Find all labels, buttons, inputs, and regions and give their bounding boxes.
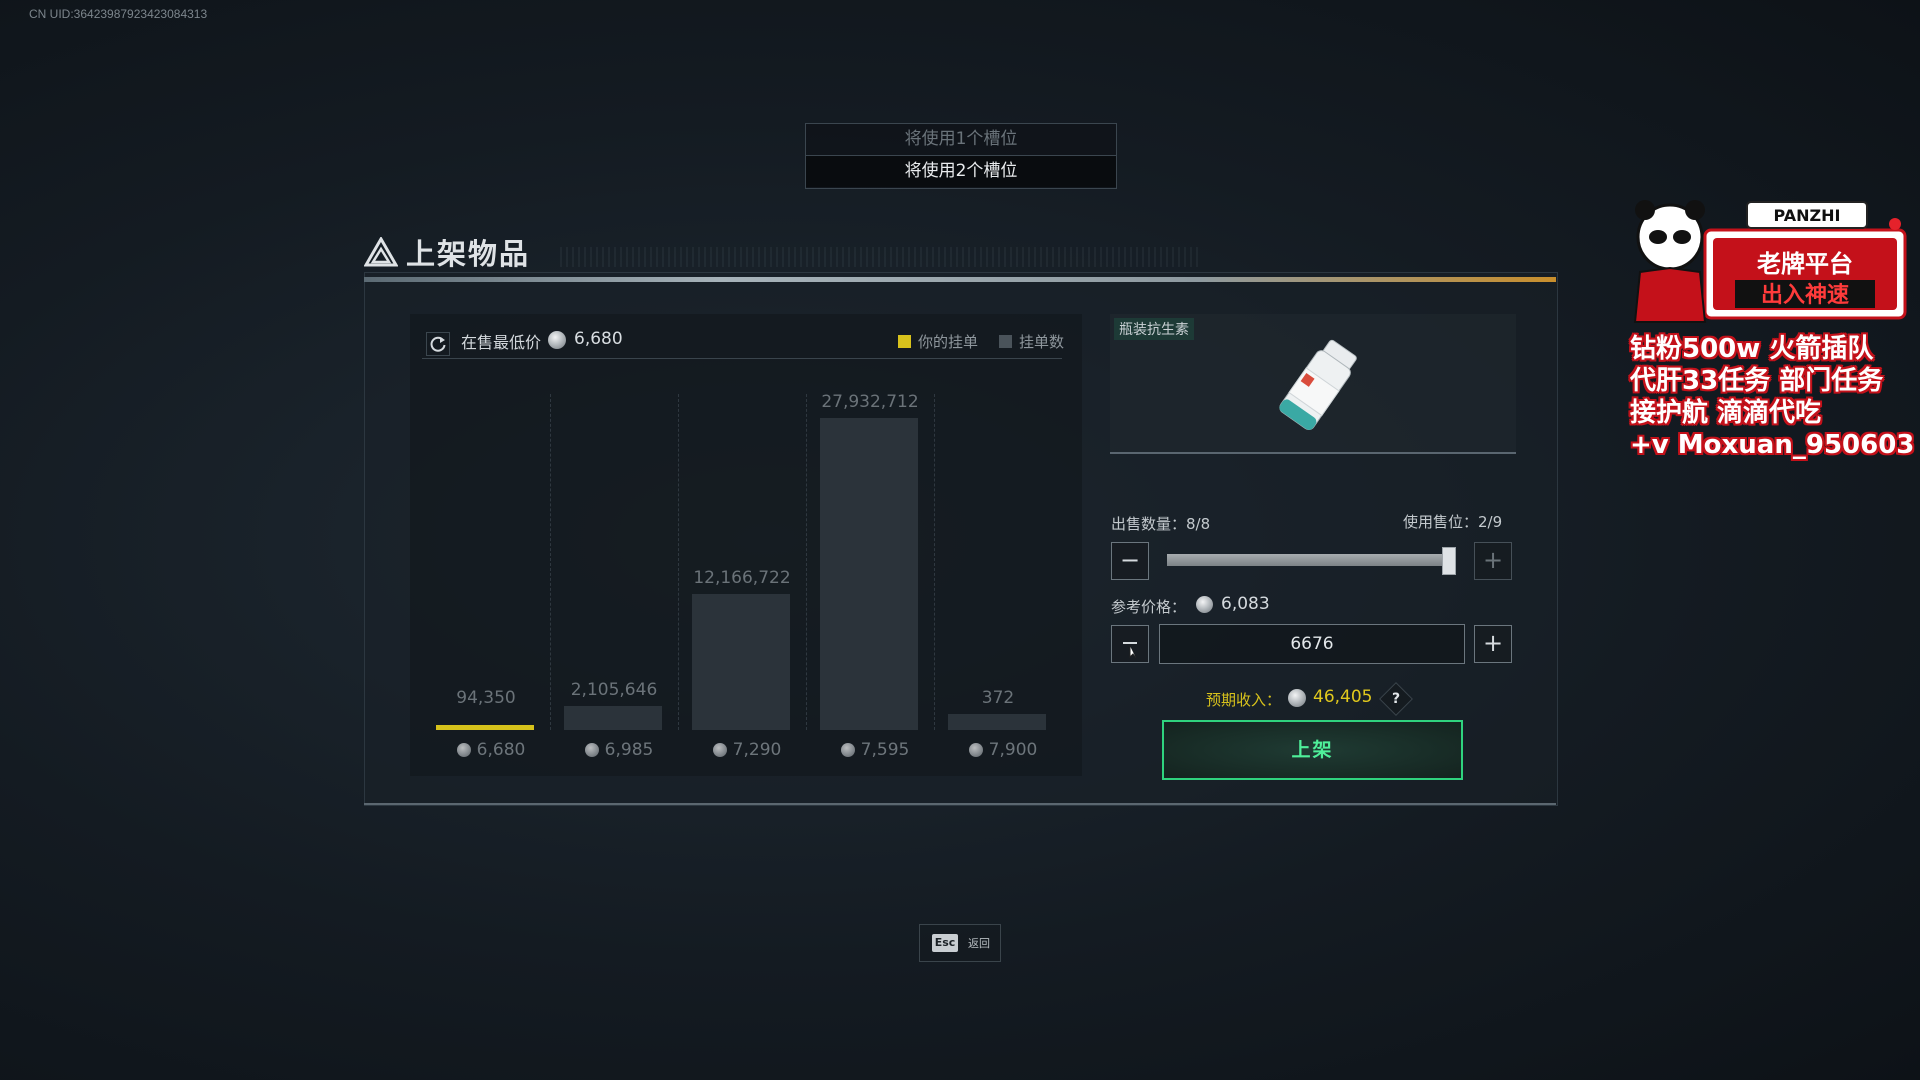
reference-price-value: 6,083	[1221, 594, 1270, 614]
page-title: 上架物品	[406, 237, 531, 271]
overlay-logo-line1: 老牌平台	[1757, 250, 1853, 278]
price-tick-label: 6,680	[427, 740, 555, 760]
bar-value-label: 2,105,646	[570, 680, 658, 701]
quantity-slider-handle[interactable]	[1442, 547, 1456, 575]
price-tick-label: 7,900	[939, 740, 1067, 760]
coin-icon	[1196, 596, 1213, 613]
chart-bar	[564, 706, 662, 730]
price-tick-label: 7,290	[683, 740, 811, 760]
overlay-line: 接护航 滴滴代吃	[1630, 398, 1822, 428]
slot-usage-label: 使用售位：2/9	[1403, 513, 1503, 531]
bar-value-label: 94,350	[456, 688, 516, 708]
overlay-line: 钻粉500w 火箭插队	[1630, 334, 1874, 364]
sell-quantity-label: 出售数量：8/8	[1111, 515, 1211, 533]
quantity-increase-button[interactable]: +	[1474, 542, 1512, 580]
price-distribution-chart: 在售最低价 6,680 你的挂单 挂单数 94,350 6,680 2,105,64…	[410, 314, 1082, 776]
expected-income-label: 预期收入：	[1206, 691, 1282, 709]
title-decoration	[560, 247, 1200, 267]
slot-option-2[interactable]: 将使用2个槽位	[806, 156, 1116, 187]
bar-value-label: 12,166,722	[693, 568, 791, 589]
legend-your-listing: 你的挂单	[898, 331, 978, 352]
help-glyph: ?	[1391, 691, 1401, 707]
price-tick-label: 6,985	[555, 740, 683, 760]
coin-icon	[840, 743, 855, 757]
legend-listing-count: 挂单数	[999, 331, 1064, 352]
legend-count-label: 挂单数	[1019, 333, 1065, 351]
chart-divider	[806, 394, 807, 730]
reference-price-label: 参考价格：	[1111, 598, 1187, 616]
bar-value-label: 27,932,712	[821, 392, 919, 412]
overlay-brand: PANZHI	[1774, 206, 1841, 225]
price-tick-label: 7,595	[811, 740, 939, 760]
chart-bar	[692, 594, 790, 730]
refresh-icon[interactable]	[426, 332, 450, 356]
item-card: 瓶装抗生素	[1110, 314, 1516, 454]
lowest-price-label: 在售最低价	[461, 333, 542, 352]
slot-selector[interactable]: 将使用1个槽位 将使用2个槽位	[805, 123, 1117, 189]
legend-swatch-yellow	[898, 335, 911, 348]
coin-icon	[1288, 689, 1306, 707]
chart-divider	[678, 394, 679, 730]
back-label: 返回	[968, 937, 990, 950]
coin-icon	[548, 331, 566, 349]
item-name: 瓶装抗生素	[1114, 318, 1194, 340]
overlay-logo-line2: 出入神速	[1761, 282, 1849, 308]
panel-header: 上架物品	[364, 232, 530, 272]
coin-icon	[968, 743, 983, 757]
overlay-line: 代肝33任务 部门任务	[1630, 366, 1884, 396]
legend-swatch-gray	[999, 335, 1012, 348]
quantity-decrease-button[interactable]: −	[1111, 542, 1149, 580]
price-decrease-button[interactable]	[1111, 625, 1149, 663]
price-increase-button[interactable]: +	[1474, 625, 1512, 663]
panel-bottom-border	[364, 803, 1556, 805]
minus-icon	[1123, 642, 1137, 659]
slot-option-1[interactable]: 将使用1个槽位	[806, 124, 1116, 156]
overlay-line: +v Moxuan_950603	[1630, 430, 1915, 460]
lowest-price-value: 6,680	[574, 329, 623, 349]
coin-icon	[584, 743, 599, 757]
chart-bar	[948, 714, 1046, 730]
chart-bar	[820, 418, 918, 730]
uid-label: CN UID:36423987923423084313	[29, 7, 208, 21]
chart-bar	[436, 725, 534, 730]
triangle-logo-icon	[364, 237, 398, 267]
overlay-ad-text: 钻粉500w 火箭插队 代肝33任务 部门任务 接护航 滴滴代吃 +v Moxu…	[1630, 333, 1920, 461]
price-input[interactable]: 6676	[1159, 624, 1465, 664]
expected-income-value: 46,405	[1313, 687, 1373, 707]
quantity-slider[interactable]	[1167, 554, 1450, 566]
antibiotic-bottle-icon	[1279, 339, 1357, 431]
coin-icon	[456, 743, 471, 757]
panel-top-border	[364, 277, 1556, 282]
back-button[interactable]: Esc 返回	[919, 924, 1001, 962]
bar-value-label: 372	[981, 688, 1015, 708]
list-item-button[interactable]: 上架	[1162, 720, 1463, 780]
panzhi-logo: PANZHI 老牌平台 出入神速	[1633, 200, 1907, 323]
legend-your-label: 你的挂单	[918, 333, 979, 351]
chart-divider	[934, 394, 935, 730]
coin-icon	[712, 743, 727, 757]
esc-key-icon: Esc	[932, 934, 958, 952]
